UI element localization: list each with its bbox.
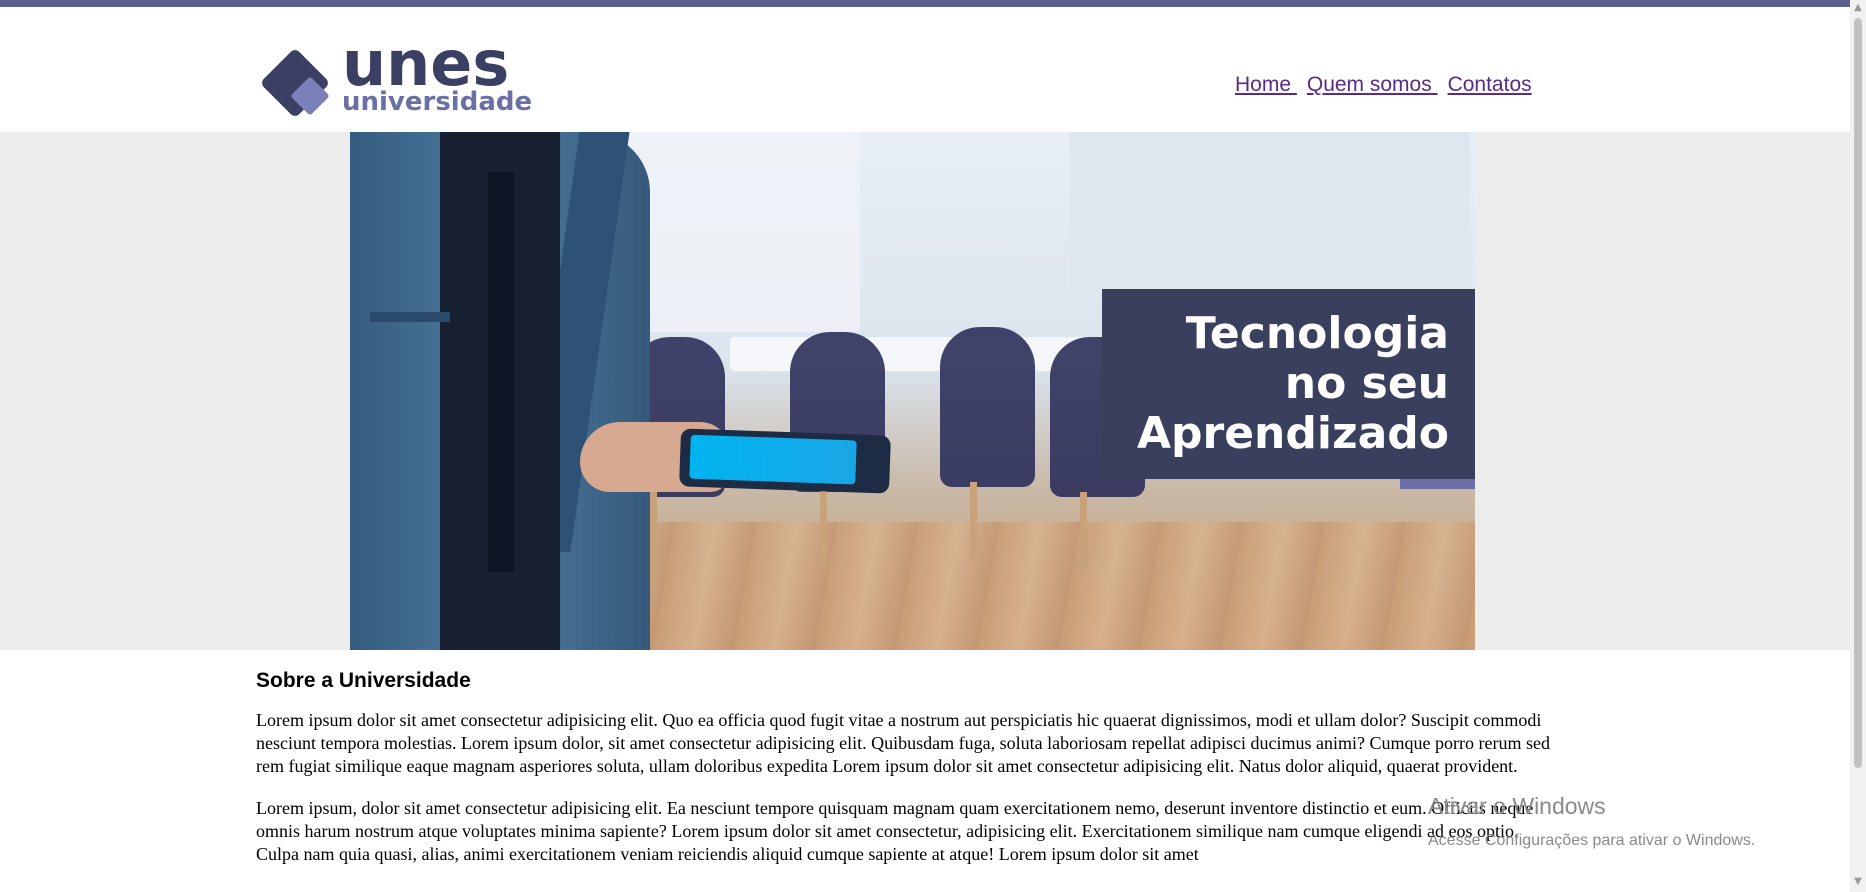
watermark-title: Ativar o Windows xyxy=(1428,793,1606,819)
chair-leg xyxy=(1080,492,1087,572)
banner-person-pocket xyxy=(370,312,450,322)
nav-link-quem-somos[interactable]: Quem somos xyxy=(1307,73,1438,96)
scroll-up-icon[interactable]: ▲ xyxy=(1853,2,1863,13)
nav-link-home[interactable]: Home xyxy=(1235,73,1297,96)
banner-headline-box: Tecnologia no seu Aprendizado xyxy=(1102,289,1475,479)
site-logo[interactable]: unes universidade xyxy=(256,33,536,127)
section-title: Sobre a Universidade xyxy=(256,669,471,692)
banner-chair xyxy=(940,327,1035,487)
watermark-subtitle: Acesse Configurações para ativar o Windo… xyxy=(1428,832,1756,849)
banner-headline-line2: no seu xyxy=(1284,358,1449,409)
banner-headline-line1: Tecnologia xyxy=(1185,308,1449,359)
windows-activation-watermark: Ativar o Windows Acesse Configurações pa… xyxy=(1428,793,1755,850)
hero-banner-image: Tecnologia no seu Aprendizado xyxy=(350,132,1475,650)
chair-leg xyxy=(650,492,657,572)
banner-person-tie xyxy=(488,172,514,572)
chair-leg xyxy=(820,487,827,567)
top-accent-bar xyxy=(0,0,1850,7)
banner-accent-bar xyxy=(1400,479,1475,489)
about-paragraph: Lorem ipsum, dolor sit amet consectetur … xyxy=(256,798,1534,864)
site-header: unes universidade Home Quem somos Contat… xyxy=(0,7,1850,132)
vertical-scrollbar[interactable]: ▲ ▼ xyxy=(1850,0,1866,892)
nav-link-contatos[interactable]: Contatos xyxy=(1448,73,1532,96)
scroll-down-icon[interactable]: ▼ xyxy=(1853,876,1863,887)
scrollbar-thumb[interactable] xyxy=(1854,18,1862,768)
about-paragraph: Lorem ipsum dolor sit amet consectetur a… xyxy=(256,710,1550,776)
about-section: Sobre a Universidade Lorem ipsum dolor s… xyxy=(256,662,1556,885)
logo-wordmark: unes xyxy=(342,27,510,100)
logo-subtitle: universidade xyxy=(342,87,533,117)
banner-headline-line3: Aprendizado xyxy=(1136,408,1449,459)
banner-tablet xyxy=(679,428,891,494)
main-nav: Home Quem somos Contatos xyxy=(1235,73,1542,97)
hero-section: Tecnologia no seu Aprendizado xyxy=(0,132,1850,650)
logo-diamond-icon xyxy=(262,50,329,116)
chair-leg xyxy=(970,482,977,562)
tablet-screen xyxy=(689,434,857,485)
banner-background-window xyxy=(1070,132,1470,292)
